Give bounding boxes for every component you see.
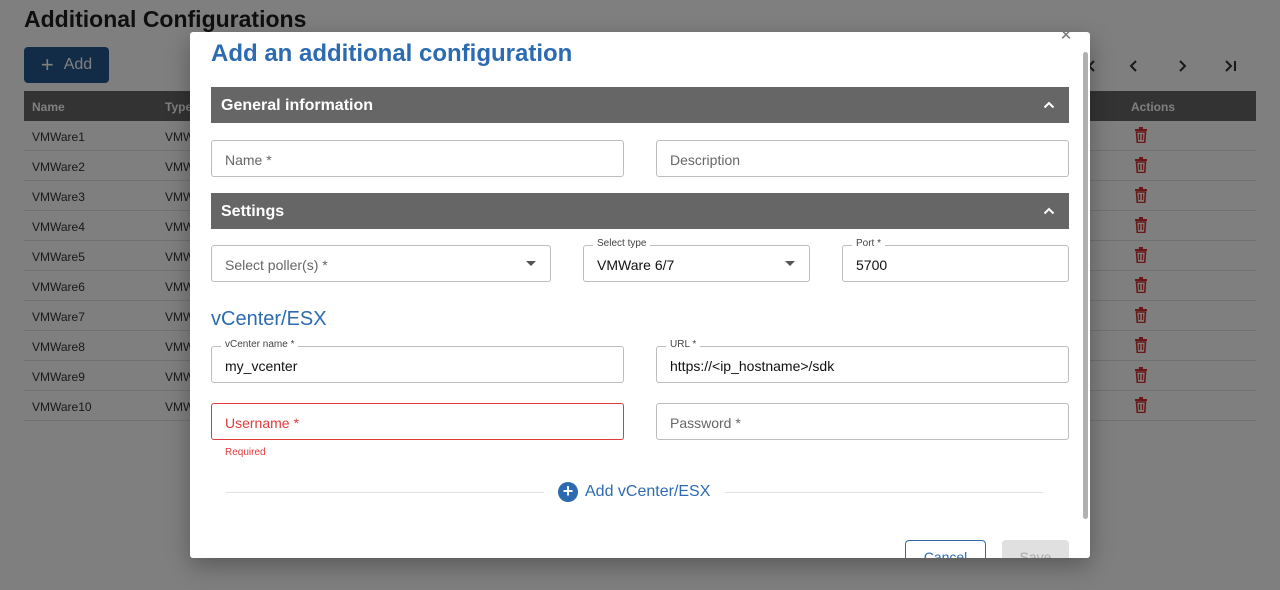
chevron-up-icon	[1043, 204, 1055, 222]
settings-title: Settings	[221, 203, 285, 220]
poller-placeholder: Select poller(s) *	[225, 257, 328, 273]
type-select[interactable]: Select type VMWare 6/7	[583, 238, 810, 282]
username-field[interactable]: Username *	[211, 403, 624, 440]
poller-select[interactable]: Select poller(s) *	[211, 245, 551, 282]
dropdown-arrow-icon	[526, 261, 536, 266]
username-placeholder: Username *	[225, 415, 299, 431]
port-label: Port *	[852, 238, 886, 249]
vcenter-name-field[interactable]: vCenter name * my_vcenter	[211, 339, 624, 383]
type-value: VMWare 6/7	[597, 257, 675, 273]
name-field[interactable]: Name *	[211, 140, 624, 177]
general-information-section-header[interactable]: General information	[211, 87, 1069, 123]
url-value: https://<ip_hostname>/sdk	[670, 358, 835, 374]
dropdown-arrow-icon	[785, 261, 795, 266]
username-error-text: Required	[225, 447, 266, 458]
add-configuration-dialog: ✕ Add an additional configuration Genera…	[190, 32, 1090, 558]
divider-left	[226, 492, 544, 493]
port-value: 5700	[856, 257, 888, 273]
vcenter-name-value: my_vcenter	[225, 358, 298, 374]
add-circle-icon: +	[558, 482, 578, 502]
vcenter-name-label: vCenter name *	[221, 339, 299, 350]
description-field[interactable]: Description	[656, 140, 1069, 177]
type-label: Select type	[593, 238, 651, 249]
close-icon[interactable]: ✕	[1059, 32, 1073, 43]
general-information-title: General information	[221, 97, 374, 114]
password-field[interactable]: Password *	[656, 403, 1069, 440]
add-vcenter-label: Add vCenter/ESX	[585, 483, 711, 500]
name-placeholder: Name *	[225, 152, 272, 168]
dialog-title: Add an additional configuration	[211, 40, 573, 67]
divider-right	[725, 492, 1043, 493]
add-vcenter-button[interactable]: + Add vCenter/ESX	[558, 482, 710, 502]
cancel-button[interactable]: Cancel	[905, 540, 986, 558]
description-placeholder: Description	[670, 152, 741, 168]
dialog-scrollbar[interactable]	[1083, 52, 1088, 519]
port-field[interactable]: Port * 5700	[842, 238, 1069, 282]
url-label: URL *	[666, 339, 701, 350]
url-field[interactable]: URL * https://<ip_hostname>/sdk	[656, 339, 1069, 383]
save-button[interactable]: Save	[1002, 540, 1069, 558]
password-placeholder: Password *	[670, 415, 741, 431]
chevron-up-icon	[1043, 98, 1055, 116]
settings-section-header[interactable]: Settings	[211, 193, 1069, 229]
vcenter-heading: vCenter/ESX	[211, 308, 327, 330]
